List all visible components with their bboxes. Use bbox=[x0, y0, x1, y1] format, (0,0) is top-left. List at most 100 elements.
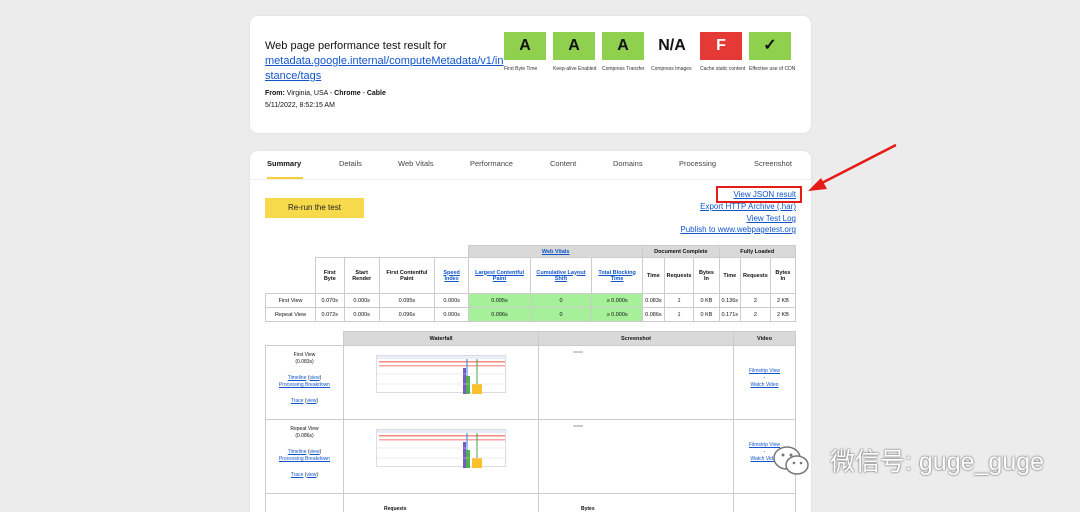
column-header[interactable]: Largest Contentful Paint bbox=[468, 257, 531, 294]
highlight-box bbox=[716, 186, 802, 203]
grade-badge[interactable]: ✓ bbox=[749, 32, 791, 60]
fully-loaded-header: Fully Loaded bbox=[718, 245, 797, 258]
tab-summary[interactable]: Summary bbox=[267, 159, 301, 168]
waterfall-chart-icon bbox=[377, 356, 507, 394]
timeline-view-link[interactable]: view bbox=[310, 449, 320, 455]
table-cell: 0.070s bbox=[315, 293, 345, 308]
video-header: Video bbox=[733, 331, 796, 346]
table-cell: 0.000s bbox=[434, 307, 470, 322]
bytes-cell: Bytes bbox=[538, 493, 734, 512]
trace-link[interactable]: Trace bbox=[291, 472, 304, 478]
view-row: First View (0.083s) Timeline (view) Process… bbox=[265, 345, 796, 420]
column-header-link[interactable]: Cumulative Layout Shift bbox=[536, 270, 585, 282]
waterfall-cell bbox=[343, 419, 539, 494]
column-header-link[interactable]: Speed Index bbox=[443, 270, 460, 282]
column-header[interactable]: Speed Index bbox=[434, 257, 470, 294]
filmstrip-view-link[interactable]: Filmstrip View bbox=[749, 368, 780, 374]
view-title: First View bbox=[293, 352, 316, 358]
column-header[interactable]: Cumulative Layout Shift bbox=[529, 257, 593, 294]
processing-breakdown-link[interactable]: Processing Breakdown bbox=[279, 382, 330, 388]
tab-content[interactable]: Content bbox=[550, 159, 576, 168]
grade-label: Effective use of CDN bbox=[749, 66, 796, 72]
view-title: Repeat View bbox=[290, 426, 319, 432]
tab-domains[interactable]: Domains bbox=[613, 159, 643, 168]
table-row: First View 0.070s 0.000s 0.095s 0.000s 0.095s… bbox=[265, 293, 797, 308]
screenshot-header: Screenshot bbox=[538, 331, 734, 346]
tab-divider bbox=[250, 179, 811, 180]
view-info-cell: Repeat View (0.086s) Timeline (view) Proces… bbox=[265, 419, 344, 494]
grade-label: Keep-alive Enabled bbox=[553, 66, 597, 72]
table-cell: 2 KB bbox=[769, 293, 797, 308]
table-cell: 1 bbox=[663, 293, 695, 308]
waterfall-thumbnail[interactable] bbox=[376, 429, 507, 468]
page-title: Web page performance test result for bbox=[265, 40, 447, 52]
tab-web-vitals[interactable]: Web Vitals bbox=[398, 159, 434, 168]
processing-breakdown-link[interactable]: Processing Breakdown bbox=[279, 456, 330, 462]
grade-label: Cache static content bbox=[700, 66, 746, 72]
table-cell: 0 KB bbox=[693, 307, 720, 322]
tab-processing[interactable]: Processing bbox=[679, 159, 716, 168]
tested-url-link[interactable]: metadata.google.internal/computeMetadata… bbox=[265, 54, 505, 84]
table-cell: ≥ 0.000s bbox=[591, 307, 644, 322]
tab-screenshot[interactable]: Screenshot bbox=[754, 159, 792, 168]
export-har-link[interactable]: Export HTTP Archive (.har) bbox=[700, 202, 796, 211]
table-cell: 0.096s bbox=[468, 307, 531, 322]
grade-label: Compress Images bbox=[651, 66, 692, 72]
publish-link[interactable]: Publish to www.webpagetest.org bbox=[680, 225, 796, 234]
requests-cell: Requests bbox=[343, 493, 539, 512]
table-cell: 2 bbox=[740, 307, 771, 322]
screenshot-thumbnail[interactable] bbox=[573, 351, 583, 353]
table-cell: 0.000s bbox=[434, 293, 470, 308]
tab-performance[interactable]: Performance bbox=[470, 159, 513, 168]
view-test-log-link[interactable]: View Test Log bbox=[746, 214, 796, 223]
trace-link[interactable]: Trace bbox=[291, 398, 304, 404]
grade-badge[interactable]: N/A bbox=[651, 32, 693, 60]
screenshot-thumbnail[interactable] bbox=[573, 425, 583, 427]
grade-badge[interactable]: F bbox=[700, 32, 742, 60]
bottom-video-cell bbox=[733, 493, 796, 512]
view-time: (0.083s) bbox=[295, 359, 314, 365]
column-header[interactable]: Total Blocking Time bbox=[591, 257, 644, 294]
table-cell: 0.083s bbox=[642, 293, 665, 308]
tab-details[interactable]: Details bbox=[339, 159, 362, 168]
video-cell: Filmstrip View - Watch Video bbox=[733, 345, 796, 420]
table-cell: 0 bbox=[529, 293, 593, 308]
results-table: Web Vitals Document Complete Fully Loade… bbox=[265, 245, 797, 322]
rerun-test-button[interactable]: Re-run the test bbox=[265, 198, 364, 218]
watch-video-link[interactable]: Watch Video bbox=[750, 382, 778, 388]
grade-badge[interactable]: A bbox=[504, 32, 546, 60]
column-header: First Byte bbox=[315, 257, 345, 294]
table-cell: 0.095s bbox=[378, 293, 436, 308]
column-header: Requests bbox=[663, 257, 695, 294]
web-vitals-link[interactable]: Web Vitals bbox=[542, 249, 570, 255]
trace-links: Trace (view) bbox=[290, 472, 319, 478]
table-cell: 0.000s bbox=[343, 293, 380, 308]
table-cell: 0.072s bbox=[315, 307, 345, 322]
screenshot-cell bbox=[538, 345, 734, 420]
result-header-card: Web page performance test result for met… bbox=[250, 16, 811, 133]
view-time: (0.086s) bbox=[295, 433, 314, 439]
waterfall-thumbnail[interactable] bbox=[376, 355, 507, 394]
bottom-row: Requests Bytes bbox=[265, 493, 796, 512]
views-table: Waterfall Screenshot Video First View (0.… bbox=[265, 331, 796, 512]
column-header-link[interactable]: Largest Contentful Paint bbox=[475, 270, 524, 282]
watermark-text: 微信号: guge_guge bbox=[830, 448, 1045, 476]
grade-badge[interactable]: A bbox=[602, 32, 644, 60]
screenshot-cell bbox=[538, 419, 734, 494]
wechat-icon bbox=[773, 446, 809, 475]
timeline-link[interactable]: Timeline bbox=[288, 375, 307, 381]
table-cell: 2 bbox=[740, 293, 771, 308]
table-row: Repeat View 0.072s 0.000s 0.096s 0.000s 0.096… bbox=[265, 307, 797, 322]
test-date: 5/11/2022, 8:52:15 AM bbox=[265, 102, 335, 109]
timeline-link[interactable]: Timeline bbox=[288, 449, 307, 455]
timeline-links: Timeline (view) bbox=[287, 449, 322, 455]
trace-view-link[interactable]: view bbox=[306, 398, 316, 404]
trace-view-link[interactable]: view bbox=[306, 472, 316, 478]
video-separator: - bbox=[763, 375, 766, 381]
table-cell: ≥ 0.000s bbox=[591, 293, 644, 308]
row-label: Repeat View bbox=[265, 307, 316, 322]
timeline-view-link[interactable]: view bbox=[310, 375, 320, 381]
grade-badge[interactable]: A bbox=[553, 32, 595, 60]
column-header-link[interactable]: Total Blocking Time bbox=[598, 270, 635, 282]
table-cell: 0 bbox=[529, 307, 593, 322]
